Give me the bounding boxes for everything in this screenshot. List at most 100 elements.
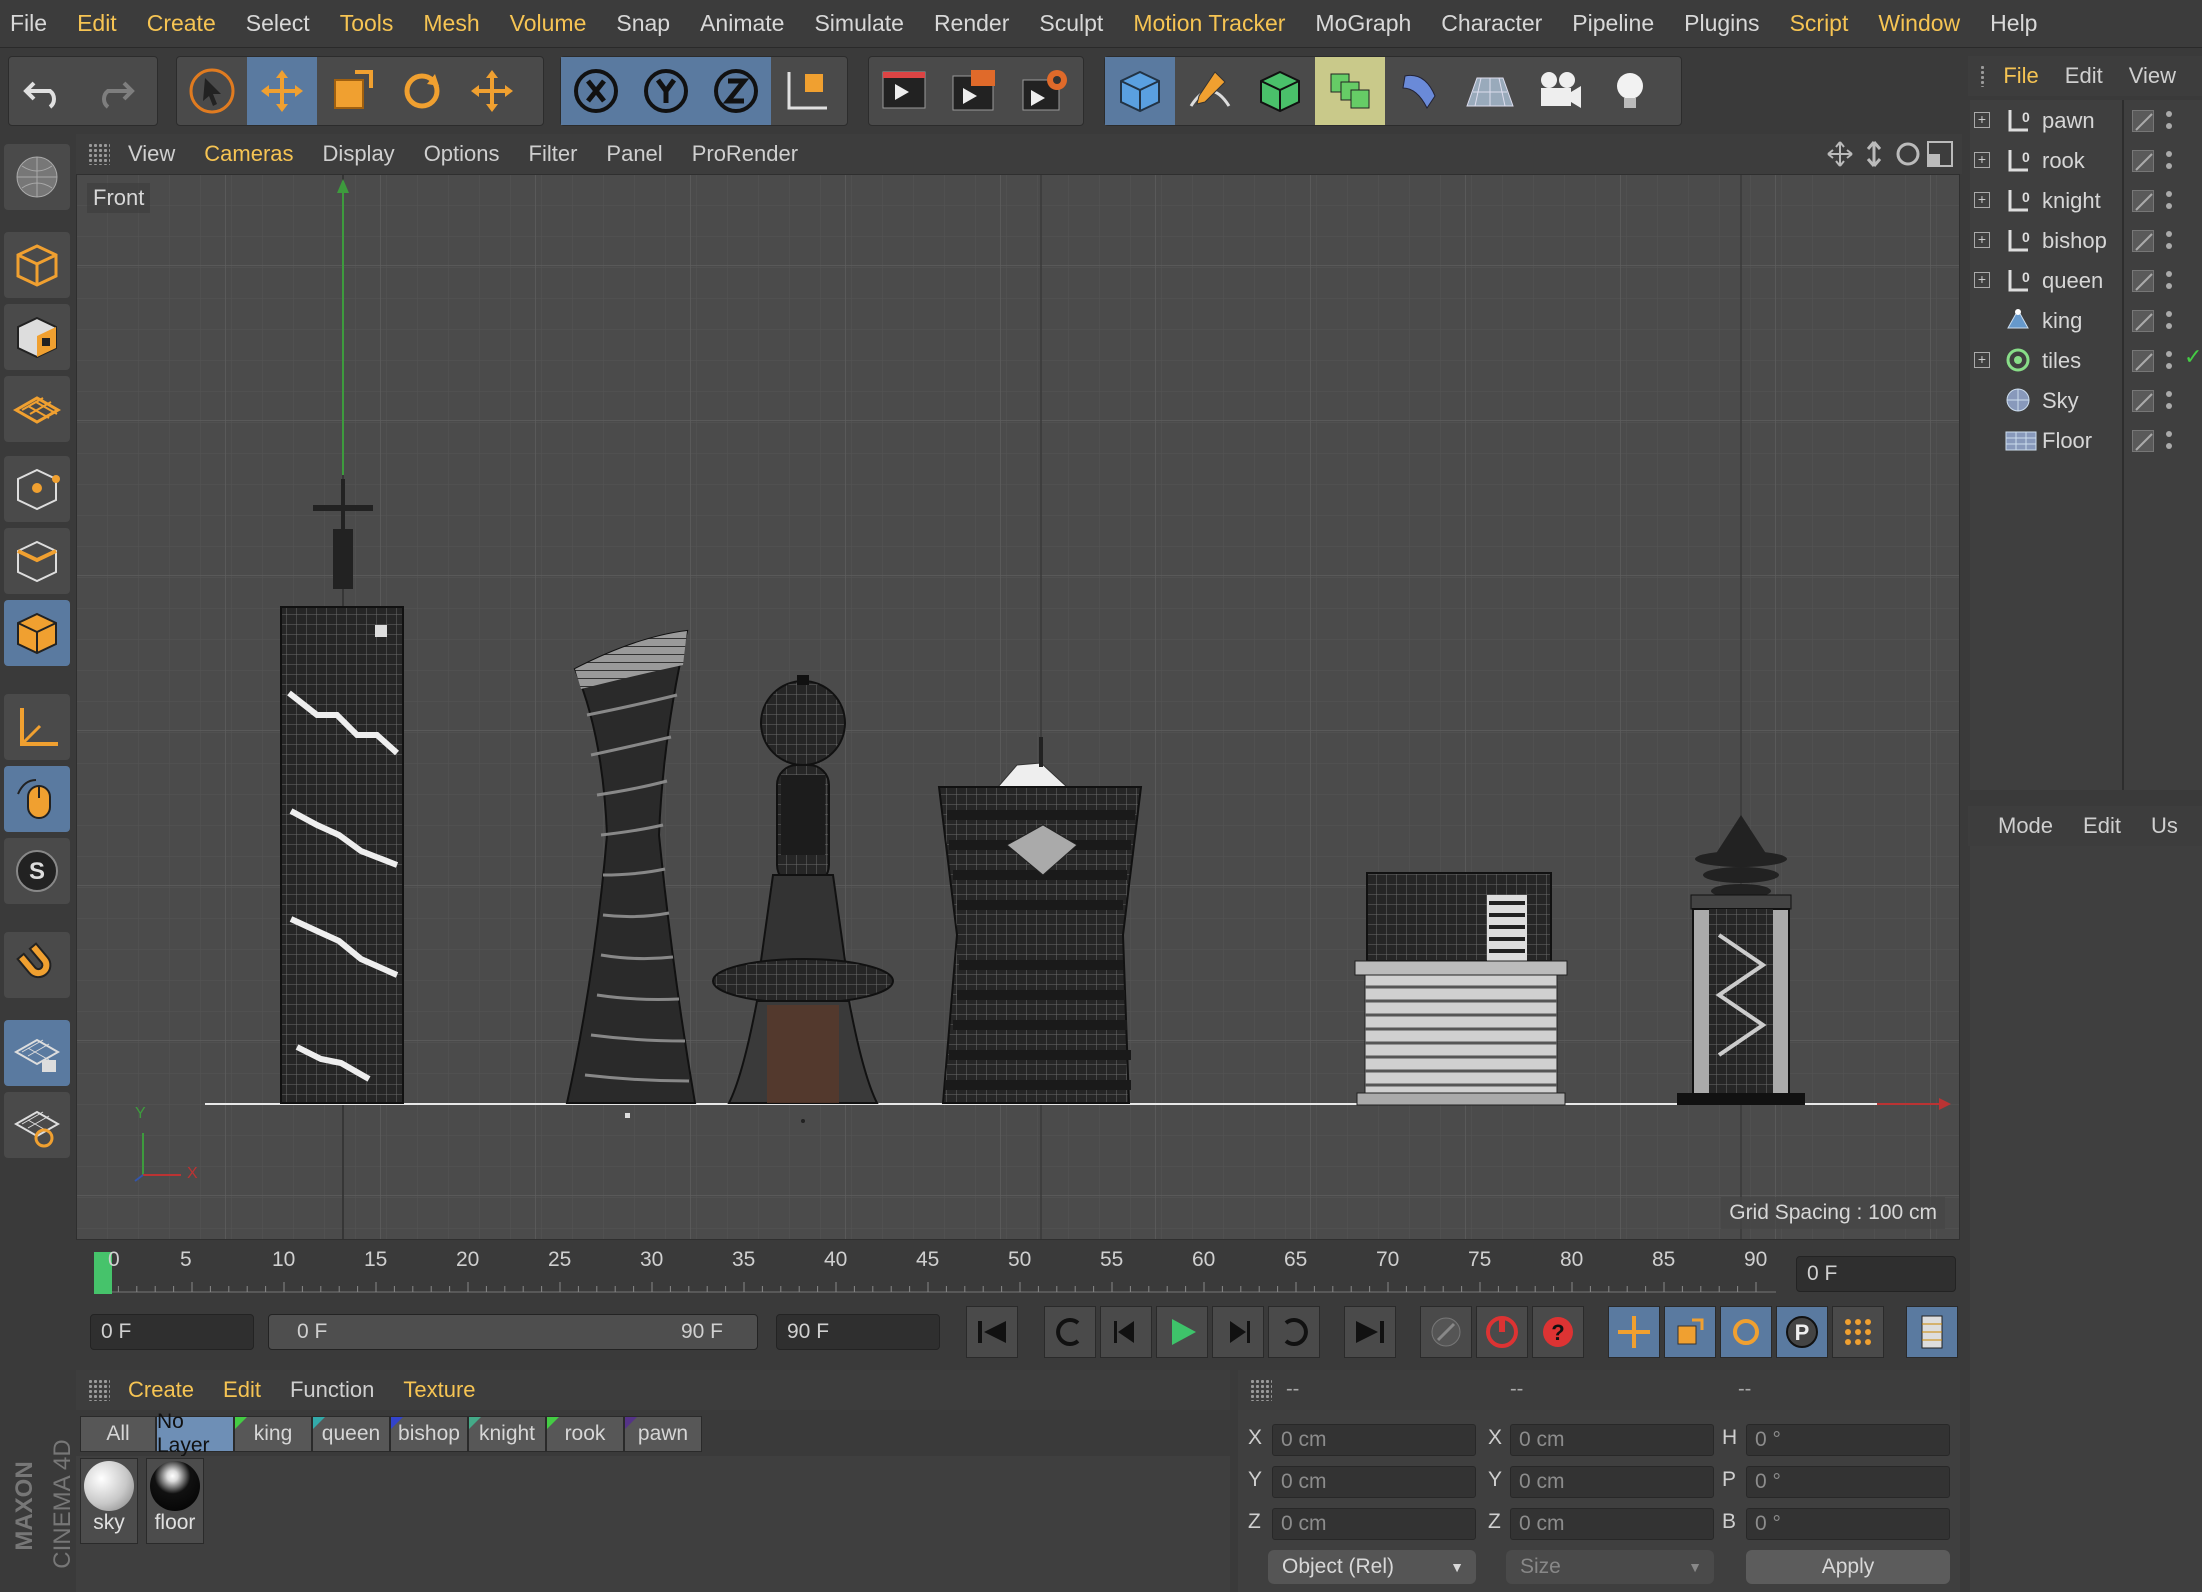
enable-axis-icon[interactable]: [4, 694, 70, 760]
rotate-icon[interactable]: [387, 57, 457, 125]
3d-viewport[interactable]: Y X Front Grid Spacing : 100 cm: [76, 174, 1960, 1240]
size-z-field[interactable]: 0 cm: [1510, 1508, 1714, 1540]
menu-window[interactable]: Window: [1878, 10, 1960, 37]
play-icon[interactable]: [1156, 1306, 1208, 1358]
workplane-mode-icon[interactable]: [4, 376, 70, 442]
object-name[interactable]: bishop: [2042, 228, 2107, 254]
key-parameter-icon[interactable]: P: [1776, 1306, 1828, 1358]
object-menu-edit[interactable]: Edit: [2065, 63, 2103, 89]
scale-icon[interactable]: [317, 57, 387, 125]
menu-plugins[interactable]: Plugins: [1684, 10, 1759, 37]
texture-mode-icon[interactable]: [4, 304, 70, 370]
knight-model[interactable]: [937, 737, 1143, 1104]
expand-icon[interactable]: +: [1974, 232, 1990, 248]
planar-workplane-icon[interactable]: [4, 1092, 70, 1158]
object-name[interactable]: Floor: [2042, 428, 2092, 454]
pawn-model[interactable]: [1677, 815, 1805, 1105]
position-z-field[interactable]: 0 cm: [1272, 1508, 1476, 1540]
layer-tab-queen[interactable]: queen: [312, 1416, 390, 1452]
menu-snap[interactable]: Snap: [616, 10, 670, 37]
material-sky[interactable]: sky: [80, 1458, 138, 1544]
next-frame-icon[interactable]: [1212, 1306, 1264, 1358]
object-row-pawn[interactable]: +0 pawn: [1970, 100, 2202, 140]
viewport-menu-filter[interactable]: Filter: [529, 141, 578, 167]
object-row-tiles[interactable]: + tiles ✓: [1970, 340, 2202, 380]
object-name[interactable]: queen: [2042, 268, 2103, 294]
editor-render-visibility-icon[interactable]: [2166, 228, 2172, 252]
x-axis-lock-icon[interactable]: [561, 57, 631, 125]
y-axis-lock-icon[interactable]: [631, 57, 701, 125]
menu-tools[interactable]: Tools: [340, 10, 394, 37]
select-arrow-icon[interactable]: [177, 57, 247, 125]
subdivision-surface-icon[interactable]: [1245, 57, 1315, 125]
material-menu-edit[interactable]: Edit: [223, 1377, 261, 1403]
render-to-picture-viewer-icon[interactable]: [939, 57, 1009, 125]
keyframe-selection-icon[interactable]: ?: [1532, 1306, 1584, 1358]
size-x-field[interactable]: 0 cm: [1510, 1424, 1714, 1456]
snap-icon[interactable]: S: [4, 838, 70, 904]
render-view-icon[interactable]: [869, 57, 939, 125]
deformer-bend-icon[interactable]: [1385, 57, 1455, 125]
next-key-icon[interactable]: [1268, 1306, 1320, 1358]
layer-visibility-icon[interactable]: [2132, 150, 2154, 172]
go-to-start-icon[interactable]: [966, 1306, 1018, 1358]
layer-visibility-icon[interactable]: [2132, 350, 2154, 372]
object-name[interactable]: rook: [2042, 148, 2085, 174]
position-y-field[interactable]: 0 cm: [1272, 1466, 1476, 1498]
coordinate-system-icon[interactable]: [771, 57, 841, 125]
key-scale-icon[interactable]: [1664, 1306, 1716, 1358]
current-frame-field[interactable]: 0 F: [1796, 1256, 1956, 1292]
viewport-menu-prorender[interactable]: ProRender: [692, 141, 798, 167]
layer-visibility-icon[interactable]: [2132, 310, 2154, 332]
layer-visibility-icon[interactable]: [2132, 230, 2154, 252]
viewport-menu-panel[interactable]: Panel: [606, 141, 662, 167]
menu-script[interactable]: Script: [1790, 10, 1849, 37]
position-x-field[interactable]: 0 cm: [1272, 1424, 1476, 1456]
array-icon[interactable]: [1315, 57, 1385, 125]
transform-icon[interactable]: [457, 57, 527, 125]
viewport-menu-view[interactable]: View: [128, 141, 175, 167]
object-row-floor[interactable]: Floor: [1970, 420, 2202, 460]
previous-key-icon[interactable]: [1044, 1306, 1096, 1358]
menu-file[interactable]: File: [10, 10, 47, 37]
object-name[interactable]: Sky: [2042, 388, 2079, 414]
expand-icon[interactable]: +: [1974, 352, 1990, 368]
menu-motion-tracker[interactable]: Motion Tracker: [1133, 10, 1285, 37]
timeline-ruler[interactable]: 0 5 10 15 20 25 30 35 40 45 50 55 60 65 70 75 80 85 90 0 F: [76, 1244, 1960, 1302]
layer-tab-pawn[interactable]: pawn: [624, 1416, 702, 1452]
editor-render-visibility-icon[interactable]: [2166, 108, 2172, 132]
editor-render-visibility-icon[interactable]: [2166, 148, 2172, 172]
object-row-rook[interactable]: +0 rook: [1970, 140, 2202, 180]
object-row-queen[interactable]: +0 queen: [1970, 260, 2202, 300]
apply-button[interactable]: Apply: [1746, 1550, 1950, 1584]
expand-icon[interactable]: +: [1974, 192, 1990, 208]
layer-visibility-icon[interactable]: [2132, 390, 2154, 412]
redo-icon[interactable]: [79, 57, 149, 125]
menu-volume[interactable]: Volume: [510, 10, 587, 37]
rotation-b-field[interactable]: 0 °: [1746, 1508, 1950, 1540]
viewport-menu-display[interactable]: Display: [323, 141, 395, 167]
tweak-mode-icon[interactable]: [4, 766, 70, 832]
material-menu-texture[interactable]: Texture: [403, 1377, 475, 1403]
menu-animate[interactable]: Animate: [700, 10, 784, 37]
editor-render-visibility-icon[interactable]: [2166, 308, 2172, 332]
camera-icon[interactable]: [1525, 57, 1595, 125]
menu-mograph[interactable]: MoGraph: [1315, 10, 1411, 37]
lock-workplane-icon[interactable]: [4, 1020, 70, 1086]
viewport-menu-cameras[interactable]: Cameras: [204, 141, 293, 167]
autokey-icon[interactable]: [1476, 1306, 1528, 1358]
key-point-level-icon[interactable]: [1832, 1306, 1884, 1358]
attribute-menu-edit[interactable]: Edit: [2083, 813, 2121, 839]
render-settings-icon[interactable]: [1009, 57, 1079, 125]
menu-select[interactable]: Select: [246, 10, 310, 37]
light-bulb-icon[interactable]: [1595, 57, 1665, 125]
floor-plane-icon[interactable]: [1455, 57, 1525, 125]
size-mode-dropdown[interactable]: Size ▼: [1506, 1550, 1714, 1584]
menu-simulate[interactable]: Simulate: [814, 10, 903, 37]
layer-tab-all[interactable]: All: [80, 1416, 156, 1452]
record-disabled-icon[interactable]: [1420, 1306, 1472, 1358]
attribute-menu-us[interactable]: Us: [2151, 813, 2178, 839]
menu-sculpt[interactable]: Sculpt: [1039, 10, 1103, 37]
move-icon[interactable]: [247, 57, 317, 125]
grip-icon[interactable]: [1250, 1379, 1272, 1401]
